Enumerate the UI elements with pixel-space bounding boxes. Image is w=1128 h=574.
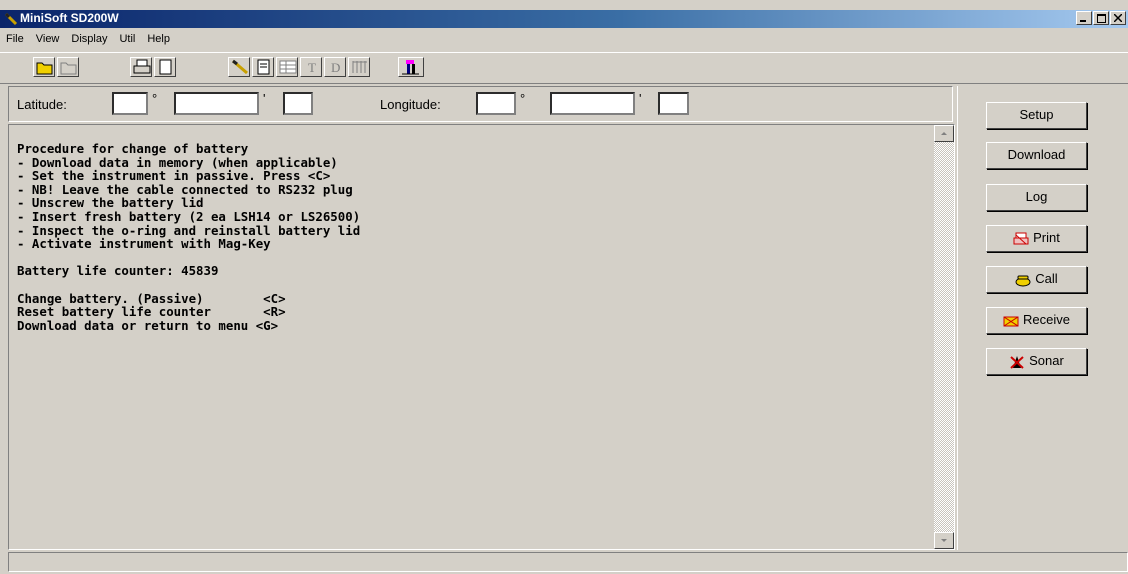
terminal-panel: Procedure for change of battery - Downlo… bbox=[8, 124, 955, 550]
maximize-button[interactable] bbox=[1093, 11, 1109, 25]
close-icon bbox=[1114, 14, 1122, 22]
svg-text:T: T bbox=[308, 60, 316, 75]
log-label: Log bbox=[1025, 189, 1048, 204]
phone-icon bbox=[1015, 275, 1031, 287]
page-icon bbox=[257, 59, 270, 75]
longitude-hemisphere-input[interactable] bbox=[658, 92, 689, 115]
open-folder-button[interactable] bbox=[33, 57, 55, 77]
arrow-up-icon bbox=[941, 132, 947, 135]
svg-text:D: D bbox=[331, 60, 340, 75]
longitude-label: Longitude: bbox=[380, 97, 441, 112]
print-icon bbox=[133, 59, 151, 74]
download-button[interactable]: Download bbox=[986, 142, 1087, 169]
probe-button[interactable] bbox=[228, 57, 250, 77]
d-button[interactable]: D bbox=[324, 57, 346, 77]
menu-display[interactable]: Display bbox=[65, 30, 113, 50]
grid-icon bbox=[352, 61, 367, 73]
grid-button[interactable] bbox=[348, 57, 370, 77]
latitude-minutes-input[interactable] bbox=[174, 92, 259, 115]
status-bar bbox=[8, 552, 1128, 572]
text-T-icon: T bbox=[308, 60, 316, 75]
scroll-up-button[interactable] bbox=[934, 125, 954, 142]
terminal-text: Procedure for change of battery - Downlo… bbox=[17, 142, 927, 332]
open-folder-icon bbox=[36, 62, 53, 75]
sonar-label: Sonar bbox=[1029, 353, 1064, 368]
latitude-degrees-input[interactable] bbox=[112, 92, 148, 115]
menu-view[interactable]: View bbox=[30, 30, 66, 50]
degree-symbol: ° bbox=[520, 91, 526, 106]
receive-label: Receive bbox=[1023, 312, 1070, 327]
setup-label: Setup bbox=[1019, 107, 1054, 122]
open-file-button[interactable] bbox=[57, 57, 79, 77]
latitude-label: Latitude: bbox=[17, 97, 67, 112]
call-label: Call bbox=[1035, 271, 1058, 286]
instrument-button[interactable] bbox=[398, 57, 424, 77]
open-file-icon bbox=[60, 62, 77, 75]
setup-button[interactable]: Setup bbox=[986, 102, 1087, 129]
terminal-line: - Activate instrument with Mag-Key bbox=[17, 236, 271, 252]
call-button[interactable]: Call bbox=[986, 266, 1087, 293]
document-button[interactable] bbox=[154, 57, 176, 77]
window-title: MiniSoft SD200W bbox=[20, 11, 119, 25]
print-icon bbox=[1013, 232, 1029, 245]
sonar-icon bbox=[1010, 355, 1024, 369]
minute-symbol: ' bbox=[263, 91, 266, 106]
print-label: Print bbox=[1033, 230, 1060, 245]
instrument-icon bbox=[402, 60, 419, 75]
menu-util[interactable]: Util bbox=[113, 30, 141, 50]
page-button[interactable] bbox=[252, 57, 274, 77]
log-button[interactable]: Log bbox=[986, 184, 1087, 211]
action-panel: Setup Download Log Print Call Receive So… bbox=[957, 86, 1128, 550]
vertical-scrollbar[interactable] bbox=[934, 125, 954, 549]
text-button[interactable]: T bbox=[300, 57, 322, 77]
download-label: Download bbox=[1007, 147, 1066, 162]
print-button[interactable] bbox=[130, 57, 152, 77]
print-side-button[interactable]: Print bbox=[986, 225, 1087, 252]
close-button[interactable] bbox=[1110, 11, 1126, 25]
longitude-degrees-input[interactable] bbox=[476, 92, 516, 115]
scroll-down-button[interactable] bbox=[934, 532, 954, 549]
probe-icon bbox=[232, 59, 248, 75]
receive-icon bbox=[1003, 316, 1019, 327]
terminal-line: Download data or return to menu <G> bbox=[17, 317, 279, 333]
D-icon: D bbox=[331, 60, 340, 75]
document-icon bbox=[159, 59, 172, 75]
receive-button[interactable]: Receive bbox=[986, 307, 1087, 334]
coordinates-bar: Latitude: ° ' Longitude: ° ' bbox=[8, 86, 953, 122]
sonar-button[interactable]: Sonar bbox=[986, 348, 1087, 375]
terminal-line: Battery life counter: 45839 bbox=[17, 263, 219, 279]
minimize-button[interactable] bbox=[1076, 11, 1092, 25]
minute-symbol: ' bbox=[639, 91, 642, 106]
toolbar: T D bbox=[0, 52, 1128, 84]
app-icon bbox=[4, 12, 18, 26]
menu-file[interactable]: File bbox=[0, 30, 30, 50]
table-button[interactable] bbox=[276, 57, 298, 77]
table-icon bbox=[279, 60, 297, 74]
degree-symbol: ° bbox=[152, 91, 158, 106]
arrow-down-icon bbox=[941, 539, 947, 542]
menu-bar: File View Display Util Help bbox=[0, 30, 1128, 50]
longitude-minutes-input[interactable] bbox=[550, 92, 635, 115]
menu-help[interactable]: Help bbox=[141, 30, 176, 50]
title-bar: MiniSoft SD200W bbox=[0, 10, 1128, 28]
latitude-hemisphere-input[interactable] bbox=[283, 92, 313, 115]
